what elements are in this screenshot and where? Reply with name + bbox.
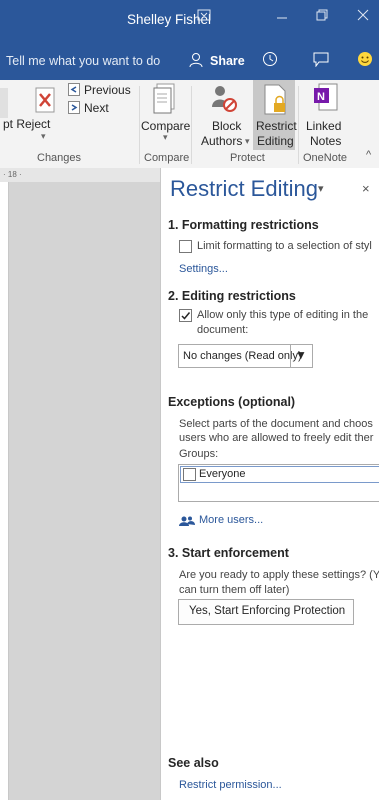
everyone-checkbox[interactable] bbox=[183, 468, 196, 481]
document-page[interactable] bbox=[0, 182, 9, 800]
linked-notes-label-1[interactable]: Linked bbox=[306, 119, 341, 133]
editing-type-dropdown[interactable]: No changes (Read only) ▼ bbox=[178, 344, 313, 368]
start-enforcement-heading: 3. Start enforcement bbox=[168, 546, 289, 560]
compare-icon[interactable] bbox=[153, 83, 177, 118]
pane-options-icon[interactable]: ▾ bbox=[318, 182, 324, 195]
pane-title: Restrict Editing bbox=[170, 176, 318, 201]
restrict-permission-link[interactable]: Restrict permission... bbox=[179, 779, 282, 791]
exceptions-desc-1: Select parts of the document and choos bbox=[179, 418, 373, 430]
allow-editing-label-2: document: bbox=[197, 324, 249, 336]
group-label-protect: Protect bbox=[230, 152, 265, 164]
group-label-onenote: OneNote bbox=[303, 152, 348, 164]
restrict-editing-icon bbox=[263, 84, 287, 119]
formatting-restrictions-heading: 1. Formatting restrictions bbox=[168, 218, 319, 232]
more-users-link[interactable]: More users... bbox=[199, 514, 263, 526]
next-button[interactable]: Next bbox=[84, 101, 109, 115]
reject-icon[interactable] bbox=[35, 87, 55, 116]
comment-icon[interactable] bbox=[313, 52, 329, 70]
see-also-heading: See also bbox=[168, 756, 219, 770]
block-authors-label-2[interactable]: Authors bbox=[201, 134, 242, 148]
linked-notes-label-2[interactable]: Notes bbox=[310, 134, 341, 148]
title-bar: Shelley Fishel bbox=[0, 0, 379, 40]
restrict-editing-button[interactable]: Restrict Editing bbox=[253, 80, 297, 150]
person-icon bbox=[189, 52, 203, 71]
exceptions-heading: Exceptions (optional) bbox=[168, 395, 296, 409]
limit-formatting-label: Limit formatting to a selection of styl bbox=[197, 240, 372, 252]
enforcement-question-1: Are you ready to apply these settings? (… bbox=[179, 569, 379, 581]
smiley-icon[interactable] bbox=[357, 51, 373, 70]
accept-icon[interactable] bbox=[0, 88, 8, 118]
minimize-icon[interactable] bbox=[276, 10, 288, 25]
onenote-icon[interactable]: N bbox=[313, 83, 339, 116]
collapse-ribbon-icon[interactable]: ^ bbox=[366, 149, 371, 161]
pane-close-icon[interactable]: × bbox=[362, 181, 370, 196]
restrict-editing-pane: Restrict Editing ▾ × 1. Formatting restr… bbox=[160, 168, 379, 800]
block-authors-dropdown-icon[interactable]: ▾ bbox=[245, 136, 250, 147]
tell-me-search[interactable]: Tell me what you want to do bbox=[6, 54, 160, 68]
history-icon[interactable] bbox=[262, 51, 278, 70]
limit-formatting-checkbox[interactable] bbox=[179, 240, 192, 253]
svg-text:N: N bbox=[317, 91, 325, 103]
group-divider bbox=[139, 86, 140, 164]
settings-link[interactable]: Settings... bbox=[179, 263, 228, 275]
ribbon-display-icon[interactable] bbox=[197, 9, 211, 24]
document-gutter bbox=[9, 182, 160, 800]
tell-me-bar: Tell me what you want to do Share bbox=[0, 40, 379, 80]
reject-dropdown-icon[interactable]: ▾ bbox=[41, 131, 46, 142]
close-icon[interactable] bbox=[357, 9, 369, 24]
dropdown-divider bbox=[290, 345, 291, 367]
exceptions-desc-2: users who are allowed to freely edit the… bbox=[179, 432, 374, 444]
allow-editing-label-1: Allow only this type of editing in the bbox=[197, 309, 369, 321]
everyone-label: Everyone bbox=[199, 468, 246, 480]
ruler-mark: · 18 · bbox=[3, 170, 22, 179]
groups-label: Groups: bbox=[179, 448, 219, 460]
restore-icon[interactable] bbox=[316, 9, 328, 24]
editing-type-value: No changes (Read only) bbox=[183, 350, 302, 362]
users-icon[interactable] bbox=[179, 514, 195, 532]
group-item-everyone[interactable]: Everyone bbox=[180, 466, 379, 483]
block-authors-icon[interactable] bbox=[210, 83, 238, 118]
compare-button[interactable]: Compare bbox=[141, 119, 190, 133]
next-icon[interactable] bbox=[68, 101, 80, 117]
group-label-changes: Changes bbox=[37, 152, 82, 164]
reject-button[interactable]: pt Reject bbox=[3, 117, 50, 131]
ribbon: pt Reject ▾ Previous Next Changes Compar… bbox=[0, 80, 379, 169]
restrict-editing-label-2: Editing bbox=[257, 134, 294, 148]
block-authors-label-1[interactable]: Block bbox=[212, 119, 241, 133]
compare-dropdown-icon[interactable]: ▾ bbox=[163, 132, 168, 143]
group-label-compare: Compare bbox=[144, 152, 190, 164]
enforcement-question-2: can turn them off later) bbox=[179, 584, 290, 596]
previous-button[interactable]: Previous bbox=[84, 83, 131, 97]
allow-editing-checkbox[interactable] bbox=[179, 309, 192, 322]
share-button[interactable]: Share bbox=[210, 54, 245, 68]
restrict-editing-label-1: Restrict bbox=[256, 119, 297, 133]
group-divider bbox=[298, 86, 299, 164]
start-enforcing-label: Yes, Start Enforcing Protection bbox=[189, 605, 346, 617]
group-divider bbox=[191, 86, 192, 164]
previous-icon[interactable] bbox=[68, 83, 80, 99]
groups-list[interactable]: Everyone bbox=[178, 464, 379, 502]
chevron-down-icon: ▼ bbox=[295, 348, 307, 362]
start-enforcing-button[interactable]: Yes, Start Enforcing Protection bbox=[178, 599, 354, 625]
editing-restrictions-heading: 2. Editing restrictions bbox=[168, 289, 296, 303]
